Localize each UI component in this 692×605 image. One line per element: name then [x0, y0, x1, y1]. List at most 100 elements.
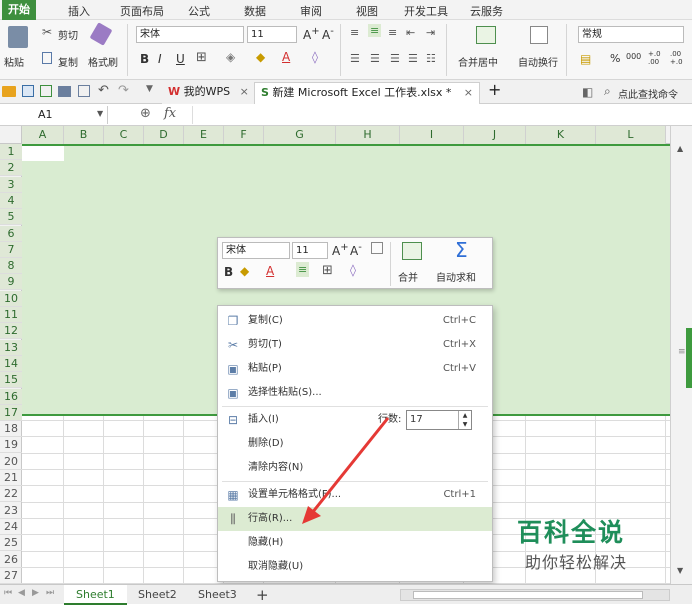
dec-increase-button[interactable]: +.0 .00 — [648, 50, 668, 66]
column-header-l[interactable]: L — [596, 126, 666, 144]
scroll-up-icon[interactable]: ▲ — [677, 144, 683, 153]
horizontal-scroll-thumb[interactable] — [413, 591, 643, 599]
last-sheet-icon[interactable]: ⏭ — [46, 588, 54, 598]
tab-cloud[interactable]: 云服务 — [470, 3, 503, 19]
tab-review[interactable]: 审阅 — [300, 3, 322, 19]
menu-item-cut[interactable]: ✂ 剪切(T) Ctrl+X — [218, 333, 492, 357]
row-header-6[interactable]: 6 — [0, 225, 22, 242]
merge-center-button[interactable]: 合并居中 — [458, 54, 498, 69]
tab-data[interactable]: 数据 — [244, 3, 266, 19]
column-header-h[interactable]: H — [336, 126, 400, 144]
column-header-k[interactable]: K — [526, 126, 596, 144]
row-header-27[interactable]: 27 — [0, 568, 22, 584]
next-sheet-icon[interactable]: ▶ — [32, 588, 39, 598]
font-color-icon[interactable]: A — [282, 50, 290, 64]
row-header-8[interactable]: 8 — [0, 258, 22, 275]
row-header-12[interactable]: 12 — [0, 323, 22, 340]
row-header-17[interactable]: 17 — [0, 404, 22, 421]
cut-button[interactable]: 剪切 — [58, 27, 78, 42]
select-all-corner[interactable] — [0, 126, 22, 144]
name-box[interactable]: A1 — [0, 106, 108, 124]
sheet-tab-3[interactable]: Sheet3 — [186, 585, 249, 605]
row-header-11[interactable]: 11 — [0, 307, 22, 323]
export-icon[interactable] — [40, 85, 52, 97]
tab-formula[interactable]: 公式 — [188, 3, 210, 19]
menu-item-paste[interactable]: ▣ 粘贴(P) Ctrl+V — [218, 357, 492, 381]
sheet-tab-1[interactable]: Sheet1 — [64, 585, 127, 605]
mini-clear-icon[interactable]: ◊ — [350, 263, 356, 277]
grow-font-icon[interactable]: A+ — [303, 26, 320, 42]
mini-wrap-icon[interactable] — [371, 242, 383, 254]
row-header-7[interactable]: 7 — [0, 241, 22, 258]
column-header-b[interactable]: B — [64, 126, 104, 144]
wrap-text-button[interactable]: 自动换行 — [518, 54, 558, 69]
command-search[interactable]: 点此查找命令 — [618, 86, 678, 101]
print-icon[interactable] — [58, 86, 71, 97]
border-icon[interactable]: ⊞ — [196, 50, 207, 65]
horizontal-scrollbar[interactable] — [400, 589, 670, 601]
tab-excel-file[interactable]: S 新建 Microsoft Excel 工作表.xlsx * × — [254, 82, 480, 104]
row-header-2[interactable]: 2 — [0, 160, 22, 177]
row-header-5[interactable]: 5 — [0, 209, 22, 226]
thousand-button[interactable]: 000 — [626, 52, 641, 61]
row-header-20[interactable]: 20 — [0, 454, 22, 470]
column-header-a[interactable]: A — [22, 126, 64, 144]
zoom-icon[interactable]: ⊕ — [140, 106, 151, 121]
column-header-g[interactable]: G — [264, 126, 336, 144]
paste-button[interactable]: 粘贴 — [4, 54, 24, 69]
dec-decrease-button[interactable]: .00 +.0 — [670, 50, 690, 66]
close-icon[interactable]: × — [464, 83, 473, 103]
tab-page-layout[interactable]: 页面布局 — [120, 3, 164, 19]
mini-merge-icon[interactable] — [402, 242, 422, 260]
fill-color-icon[interactable]: ◈ — [226, 50, 235, 64]
underline-button[interactable]: U — [176, 52, 185, 66]
add-sheet-button[interactable]: + — [244, 585, 281, 605]
row-header-4[interactable]: 4 — [0, 192, 22, 209]
menu-item-paste-special[interactable]: ▣ 选择性粘贴(S)... — [218, 381, 492, 405]
italic-button[interactable]: I — [158, 52, 162, 66]
name-box-dropdown-icon[interactable]: ▼ — [97, 109, 103, 118]
row-header-21[interactable]: 21 — [0, 470, 22, 486]
justify-icon[interactable]: ☰ — [408, 52, 418, 65]
tab-insert[interactable]: 插入 — [68, 3, 90, 19]
indent-decrease-icon[interactable]: ⇤ — [406, 26, 415, 39]
scroll-down-icon[interactable]: ▼ — [677, 566, 683, 575]
column-header-d[interactable]: D — [144, 126, 184, 144]
distribute-icon[interactable]: ☷ — [426, 52, 436, 65]
mini-font-size-select[interactable]: 11 — [292, 242, 328, 259]
mini-align-center-icon[interactable]: ≡ — [296, 262, 310, 277]
close-icon[interactable]: × — [240, 85, 249, 98]
side-panel-handle[interactable] — [686, 328, 692, 388]
format-painter-icon[interactable] — [89, 22, 113, 46]
column-header-f[interactable]: F — [224, 126, 264, 144]
preview-icon[interactable] — [78, 85, 90, 97]
customize-dropdown-icon[interactable]: ▼ — [146, 84, 153, 94]
tag-icon[interactable]: ◧ — [582, 85, 593, 99]
folder-icon[interactable] — [2, 86, 16, 97]
row-header-19[interactable]: 19 — [0, 437, 22, 454]
row-header-14[interactable]: 14 — [0, 355, 22, 372]
tab-my-wps[interactable]: W 我的WPS × — [162, 82, 255, 104]
align-top-icon[interactable]: ≡ — [350, 26, 359, 39]
tab-view[interactable]: 视图 — [356, 3, 378, 19]
highlight-icon[interactable]: ◆ — [256, 50, 265, 64]
format-painter-button[interactable]: 格式刷 — [88, 54, 118, 69]
first-sheet-icon[interactable]: ⏮ — [4, 588, 12, 598]
mini-bold-button[interactable]: B — [224, 265, 233, 279]
row-header-1[interactable]: 1 — [0, 144, 22, 160]
align-middle-icon[interactable]: ≡ — [368, 24, 382, 37]
split-handle-icon[interactable]: ≡ — [678, 347, 686, 357]
mini-merge-button[interactable]: 合并 — [398, 269, 418, 284]
save-icon[interactable] — [22, 85, 34, 97]
menu-item-hide[interactable]: 隐藏(H) — [218, 531, 492, 555]
mini-font-color-icon[interactable]: A — [266, 264, 274, 278]
row-header-10[interactable]: 10 — [0, 290, 22, 307]
formula-input[interactable] — [192, 106, 690, 124]
mini-highlight-icon[interactable]: ◆ — [240, 264, 249, 278]
column-header-i[interactable]: I — [400, 126, 464, 144]
row-header-24[interactable]: 24 — [0, 519, 22, 535]
mini-autosum-button[interactable]: 自动求和 — [436, 269, 476, 284]
tab-developer[interactable]: 开发工具 — [404, 3, 448, 19]
font-size-select[interactable]: 11 — [247, 26, 297, 43]
align-right-icon[interactable]: ☰ — [390, 52, 400, 65]
